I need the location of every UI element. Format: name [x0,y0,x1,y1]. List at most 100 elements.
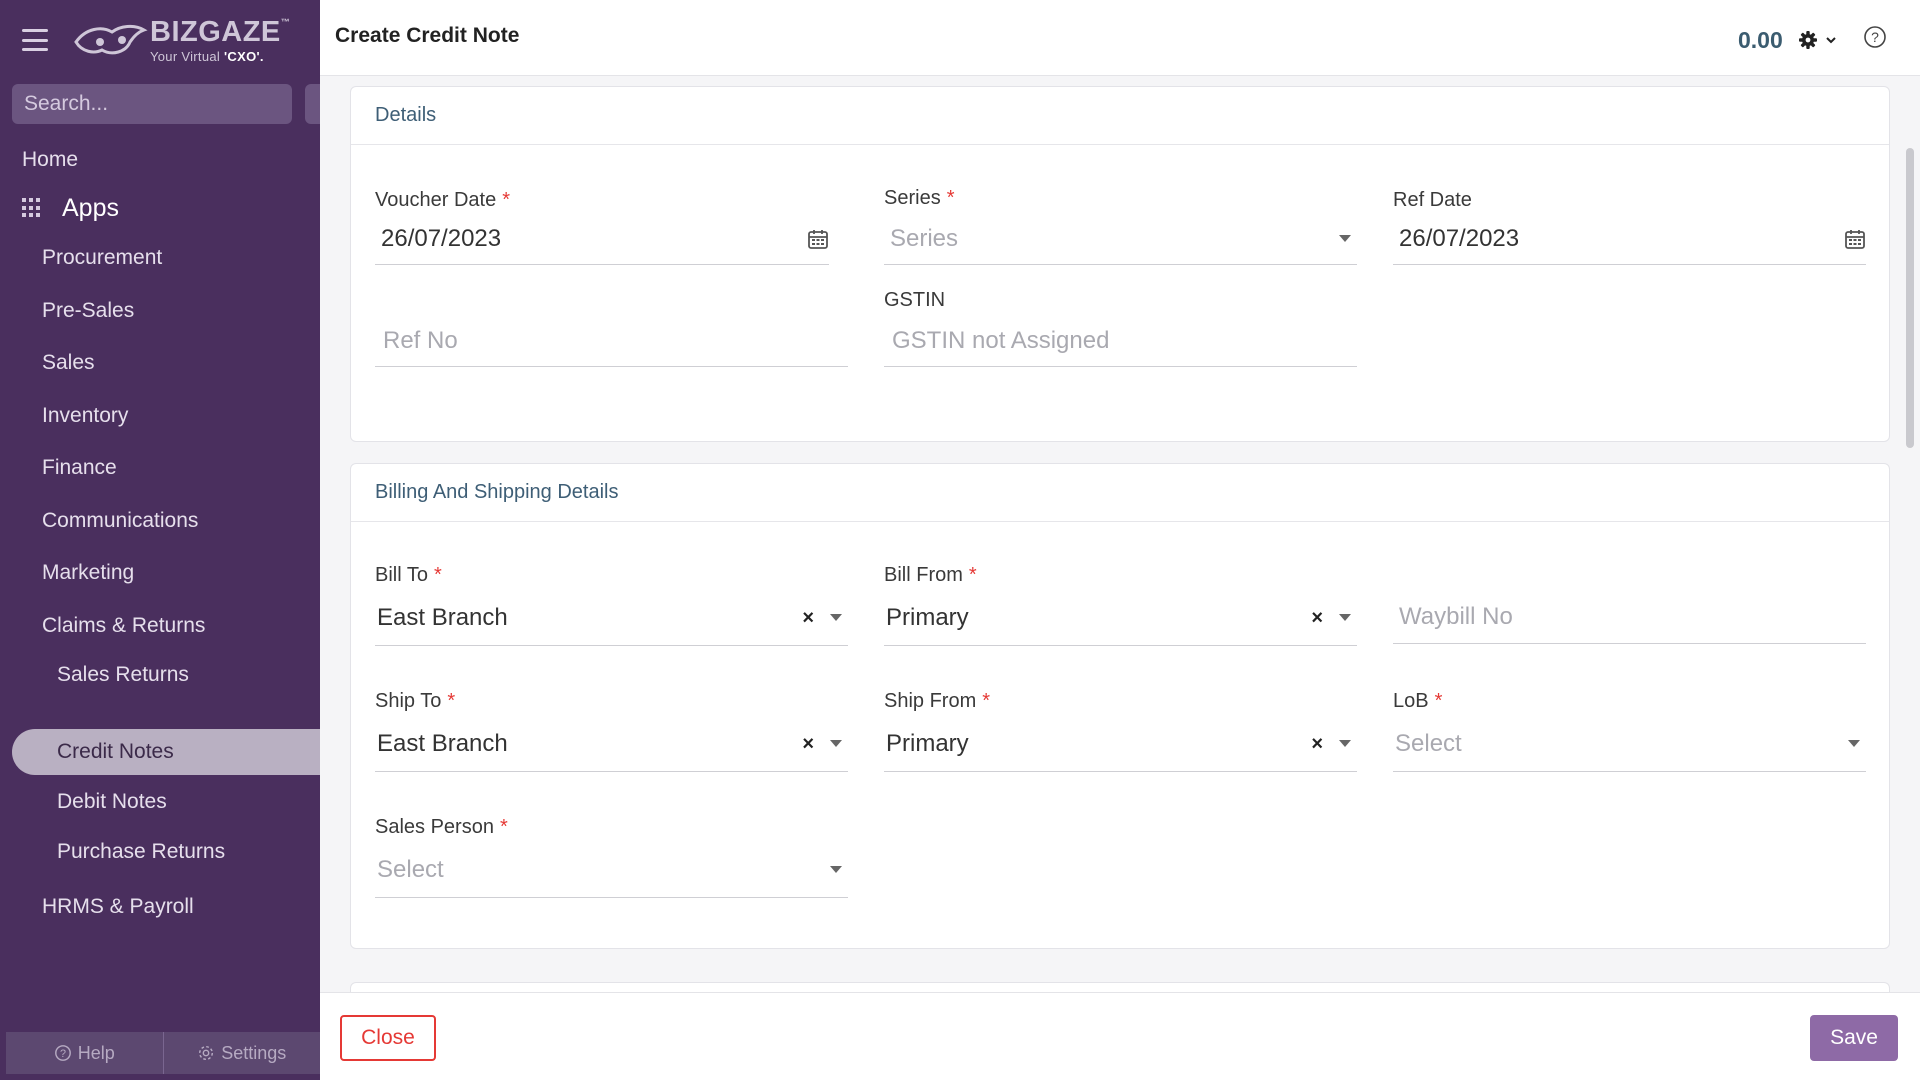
bizgaze-logo[interactable]: BIZGAZE™ Your Virtual 'CXO'. [72,15,291,64]
gear-icon [199,1045,214,1061]
logo-name: BIZGAZE™ [150,15,291,48]
sidebar-item-purchase-returns[interactable]: Purchase Returns [0,830,320,874]
bill-to-select[interactable]: East Branch × [375,590,848,646]
voucher-date-input[interactable]: 26/07/2023 [375,213,829,265]
details-heading: Details [351,87,1889,145]
waybill-no-placeholder: Waybill No [1399,602,1513,630]
settings-dropdown[interactable] [1798,28,1842,52]
ship-to-value: East Branch [377,729,508,757]
form-content: Details Voucher Date * 26/07/2023 Series *… [320,76,1920,992]
sidebar-item-sales-returns[interactable]: Sales Returns [0,653,320,697]
required-marker: * [502,189,510,211]
lob-label: LoB [1393,690,1429,712]
sidebar-top: BIZGAZE™ Your Virtual 'CXO'. [0,0,320,80]
dropdown-caret-icon [1339,614,1351,621]
settings-label: Settings [221,1042,287,1063]
sidebar-search [12,84,295,124]
sidebar-item-home[interactable]: Home [0,138,320,182]
ref-no-placeholder: Ref No [383,326,458,354]
logo-owl-icon [74,24,148,55]
sidebar-item-finance[interactable]: Finance [0,446,320,490]
dropdown-caret-icon [1848,740,1860,747]
ship-from-select[interactable]: Primary × [884,716,1357,772]
logo-tagline: Your Virtual 'CXO'. [150,48,264,64]
gstin-label: GSTIN [884,289,946,311]
ship-to-select[interactable]: East Branch × [375,716,848,772]
ship-from-value: Primary [886,729,969,757]
series-label: Series [884,187,941,209]
ref-date-label: Ref Date [1393,189,1472,211]
lob-select[interactable]: Select [1393,716,1866,772]
sales-person-select[interactable]: Select [375,842,848,898]
required-marker: * [946,187,955,209]
help-button[interactable]: ? Help [6,1032,163,1074]
header-amount: 0.00 [1738,27,1783,53]
help-label: Help [77,1042,115,1063]
series-placeholder: Series [890,224,959,252]
settings-button[interactable]: Settings [162,1032,321,1074]
waybill-no-input[interactable]: Waybill No [1393,590,1866,644]
sidebar-item-communications[interactable]: Communications [0,499,320,543]
voucher-date-label: Voucher Date [375,189,497,211]
sidebar-item-inventory[interactable]: Inventory [0,394,320,438]
series-select[interactable]: Series [884,213,1357,265]
sidebar-bottom-bar: ? Help Settings [6,1032,320,1074]
bill-to-label: Bill To [375,564,428,586]
sidebar-item-apps[interactable]: Apps [0,186,320,230]
sidebar-item-label: Apps [62,193,119,222]
required-marker: * [499,816,508,838]
hamburger-menu-icon[interactable] [22,29,48,51]
sidebar-item-pre-sales[interactable]: Pre-Sales [0,289,320,333]
required-marker: * [1434,690,1443,712]
required-marker: * [982,690,991,712]
sidebar-item-sales[interactable]: Sales [0,341,320,385]
ref-no-input[interactable]: Ref No [375,315,848,367]
sidebar-collapse-handle[interactable] [305,84,320,124]
required-marker: * [434,564,442,586]
ship-from-label: Ship From [884,690,977,712]
svg-text:?: ? [1871,29,1879,45]
sidebar-item-debit-notes[interactable]: Debit Notes [0,780,320,824]
content-scrollbar[interactable] [1906,148,1914,448]
form-footer: Close Save [320,992,1920,1080]
billing-shipping-heading: Billing And Shipping Details [351,464,1889,522]
sidebar: BIZGAZE™ Your Virtual 'CXO'. Home Apps P… [0,0,320,1080]
dropdown-caret-icon [830,866,842,873]
clear-icon[interactable]: × [1311,608,1323,628]
help-circle-icon[interactable]: ? [1863,25,1887,49]
sales-person-label: Sales Person [375,816,494,838]
sidebar-item-credit-notes[interactable]: Credit Notes [12,729,320,775]
clear-icon[interactable]: × [1311,734,1323,754]
chevron-down-icon [1826,37,1836,44]
clear-icon[interactable]: × [802,734,814,754]
voucher-date-value: 26/07/2023 [381,224,502,252]
sidebar-item-marketing[interactable]: Marketing [0,551,320,595]
apps-grid-icon [22,198,42,218]
lob-placeholder: Select [1395,729,1462,757]
gstin-placeholder: GSTIN not Assigned [892,326,1110,354]
page-header: Create Credit Note 0.00 ? [320,0,1920,76]
next-section-card [350,982,1890,992]
sidebar-item-procurement[interactable]: Procurement [0,236,320,280]
svg-text:?: ? [60,1048,66,1060]
sidebar-search-input[interactable] [24,92,295,116]
ship-to-label: Ship To [375,690,442,712]
ref-date-input[interactable]: 26/07/2023 [1393,213,1866,265]
gstin-input[interactable]: GSTIN not Assigned [884,315,1357,367]
help-circle-icon: ? [54,1045,71,1061]
calendar-icon[interactable] [807,228,829,250]
gear-icon [1799,31,1817,49]
page-title: Create Credit Note [335,24,520,47]
bill-from-select[interactable]: Primary × [884,590,1357,646]
sidebar-item-hrms-payroll[interactable]: HRMS & Payroll [0,885,320,929]
details-card: Details Voucher Date * 26/07/2023 Series *… [350,86,1890,442]
sidebar-item-claims-returns[interactable]: Claims & Returns [0,604,320,648]
required-marker: * [968,564,977,586]
save-button[interactable]: Save [1810,1015,1898,1061]
required-marker: * [447,690,456,712]
close-button[interactable]: Close [340,1015,436,1061]
dropdown-caret-icon [830,740,842,747]
calendar-icon[interactable] [1844,228,1866,250]
clear-icon[interactable]: × [802,608,814,628]
bill-from-value: Primary [886,603,969,631]
